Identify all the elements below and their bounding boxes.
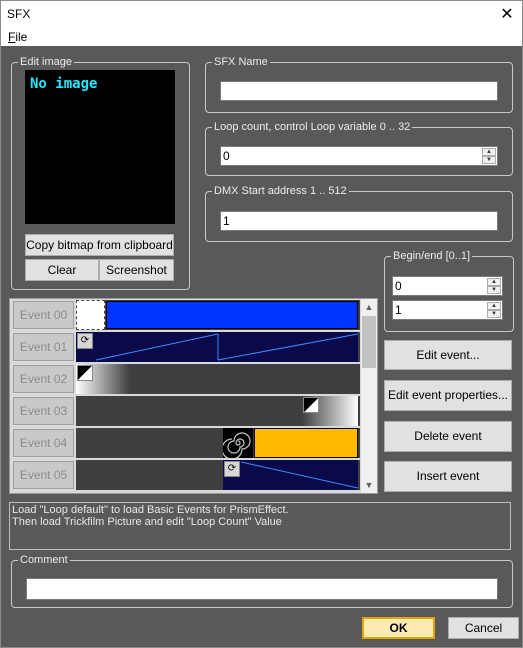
begin-end-group: Begin/end [0..1] 0 ▲ ▼ 1 ▲ ▼ — [384, 249, 514, 332]
info-line: Load "Loop default" to load Basic Events… — [12, 504, 289, 516]
end-spinner[interactable]: ▲ ▼ — [487, 302, 501, 318]
spin-up-icon[interactable]: ▲ — [487, 302, 501, 310]
scroll-up-icon[interactable]: ▲ — [361, 299, 377, 315]
event-track[interactable] — [76, 300, 360, 330]
dialog-body: Edit image No image Copy bitmap from cli… — [1, 46, 522, 647]
loop-count-label: Loop count, control Loop variable 0 .. 3… — [212, 120, 413, 134]
insert-event-button[interactable]: Insert event — [384, 461, 512, 492]
sfx-name-label: SFX Name — [212, 55, 270, 69]
image-preview: No image — [25, 70, 175, 224]
dmx-start-input[interactable]: 1 — [220, 211, 498, 231]
edit-event-properties-button[interactable]: Edit event properties... — [384, 380, 512, 411]
loop-icon[interactable]: ⟳ — [224, 461, 240, 477]
event-track[interactable] — [76, 364, 360, 394]
end-value: 1 — [395, 303, 402, 317]
event-list-scrollbar[interactable]: ▲ ▼ — [361, 299, 377, 493]
menu-bar: File — [1, 28, 522, 46]
event-label[interactable]: Event 01 — [13, 333, 74, 361]
begin-value: 0 — [395, 279, 402, 293]
sfx-window: SFX ✕ File Edit image No image Copy bitm… — [0, 0, 523, 648]
close-icon[interactable]: ✕ — [492, 1, 522, 28]
window-title: SFX — [7, 7, 31, 21]
spin-up-icon[interactable]: ▲ — [482, 148, 496, 156]
spin-down-icon[interactable]: ▼ — [487, 286, 501, 294]
event-track[interactable]: ⟳ — [76, 332, 360, 362]
sunburst-icon — [76, 300, 105, 330]
edit-event-button[interactable]: Edit event... — [384, 340, 512, 370]
ramp-lines — [95, 333, 358, 361]
loop-count-input[interactable]: 0 ▲ ▼ — [220, 146, 498, 166]
event-block[interactable] — [223, 460, 358, 490]
clear-button[interactable]: Clear — [25, 259, 99, 281]
info-line: Then load Trickfilm Picture and edit "Lo… — [12, 516, 282, 528]
event-block[interactable] — [254, 428, 358, 458]
event-label[interactable]: Event 02 — [13, 365, 74, 393]
event-track[interactable] — [76, 396, 360, 426]
no-image-text: No image — [30, 76, 98, 92]
event-track[interactable]: ⟳ — [76, 460, 360, 490]
begin-input[interactable]: 0 ▲ ▼ — [392, 276, 503, 296]
loop-count-value: 0 — [223, 149, 230, 163]
menu-file-label: ile — [15, 30, 28, 44]
event-label[interactable]: Event 04 — [13, 429, 74, 457]
begin-spinner[interactable]: ▲ ▼ — [487, 278, 501, 294]
loop-icon[interactable]: ⟳ — [77, 333, 93, 349]
event-label[interactable]: Event 05 — [13, 461, 74, 489]
copy-bitmap-button[interactable]: Copy bitmap from clipboard — [25, 234, 174, 256]
edit-image-label: Edit image — [18, 55, 74, 69]
screenshot-button[interactable]: Screenshot — [99, 259, 174, 281]
spin-up-icon[interactable]: ▲ — [487, 278, 501, 286]
sfx-name-input[interactable] — [220, 81, 498, 101]
fade-icon — [303, 397, 319, 413]
scroll-down-icon[interactable]: ▼ — [361, 477, 377, 493]
loop-count-group: Loop count, control Loop variable 0 .. 3… — [205, 120, 513, 176]
spiral-graphic — [221, 432, 251, 460]
end-input[interactable]: 1 ▲ ▼ — [392, 300, 503, 320]
spin-down-icon[interactable]: ▼ — [482, 156, 496, 164]
ramp-lines — [240, 461, 358, 489]
scroll-thumb[interactable] — [362, 316, 376, 368]
delete-event-button[interactable]: Delete event — [384, 421, 512, 452]
comment-group: Comment — [11, 553, 513, 608]
info-text-box: Load "Loop default" to load Basic Events… — [9, 502, 511, 550]
title-bar: SFX ✕ — [1, 1, 522, 28]
sfx-name-group: SFX Name — [205, 55, 513, 113]
event-label[interactable]: Event 03 — [13, 397, 74, 425]
comment-label: Comment — [18, 553, 70, 567]
event-block[interactable] — [76, 332, 358, 362]
edit-image-group: Edit image No image Copy bitmap from cli… — [11, 55, 190, 290]
spin-down-icon[interactable]: ▼ — [487, 310, 501, 318]
fade-icon — [77, 365, 93, 381]
ok-button[interactable]: OK — [362, 617, 435, 639]
begin-end-label: Begin/end [0..1] — [391, 249, 473, 263]
event-block[interactable] — [106, 301, 358, 329]
event-list[interactable]: Event 00 Event 01 ⟳ Event 02 Event 03 Ev… — [9, 298, 378, 494]
event-track[interactable] — [76, 428, 360, 460]
event-label[interactable]: Event 00 — [13, 301, 74, 329]
comment-input[interactable] — [26, 578, 498, 600]
spiral-icon — [221, 428, 253, 460]
dmx-start-label: DMX Start address 1 .. 512 — [212, 184, 349, 198]
cancel-button[interactable]: Cancel — [448, 617, 519, 639]
menu-file[interactable]: File — [8, 30, 27, 44]
dmx-start-group: DMX Start address 1 .. 512 1 — [205, 184, 513, 242]
loop-count-spinner[interactable]: ▲ ▼ — [482, 148, 496, 164]
